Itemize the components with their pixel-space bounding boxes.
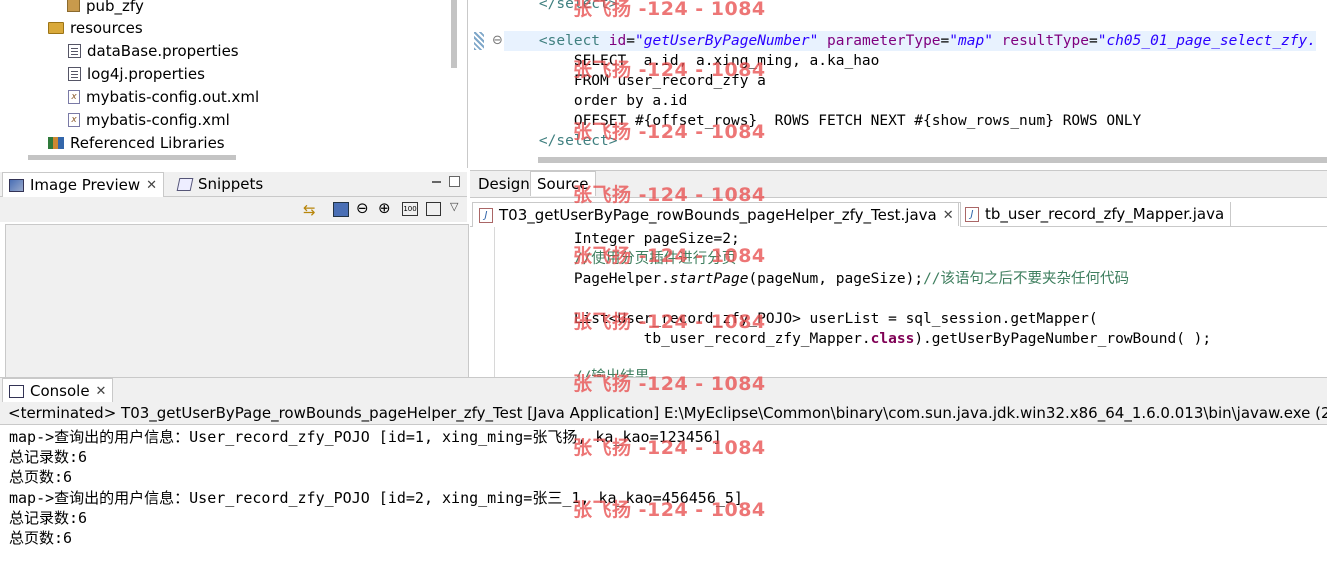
zoom-out-icon[interactable]: ⊖ xyxy=(356,199,369,217)
xml-editor[interactable]: ⊖ </select> <select id="getUserByPageNum… xyxy=(470,0,1327,170)
java-line-5: List<User_record_zfy_POJO> userList = sq… xyxy=(504,311,1098,327)
image-preview-icon xyxy=(9,178,24,192)
package-icon xyxy=(67,0,80,12)
actual-size-icon[interactable]: 100 xyxy=(402,202,418,216)
java-line-6: tb_user_record_zfy_Mapper.class).getUser… xyxy=(504,331,1212,347)
tab-test-java[interactable]: J T03_getUserByPage_rowBounds_pageHelper… xyxy=(472,202,961,227)
java-line-7: //输出结果 xyxy=(504,369,650,377)
scrollbar-thumb[interactable] xyxy=(28,155,236,160)
xml-line-5: order by a.id xyxy=(504,93,688,109)
tab-label: Snippets xyxy=(198,175,264,193)
tree-item-mybatis-config[interactable]: x mybatis-config.xml xyxy=(68,108,230,131)
xml-horizontal-scrollbar[interactable] xyxy=(510,154,1327,166)
tree-item-label: mybatis-config.xml xyxy=(86,110,230,129)
tab-design[interactable]: Design xyxy=(472,172,536,196)
tree-item-label: dataBase.properties xyxy=(87,41,239,60)
tree-item-label: mybatis-config.out.xml xyxy=(86,87,260,106)
properties-file-icon xyxy=(68,43,81,58)
xml-line-3: SELECT a.id, a.xing_ming, a.ka_hao xyxy=(504,53,880,69)
tab-mapper-java[interactable]: J tb_user_record_zfy_Mapper.java xyxy=(958,202,1232,226)
tree-horizontal-scrollbar[interactable] xyxy=(0,150,445,164)
zoom-in-icon[interactable]: ⊕ xyxy=(378,199,391,217)
maximize-icon[interactable] xyxy=(449,176,460,187)
editor-gutter xyxy=(470,0,488,170)
tree-item-database-properties[interactable]: dataBase.properties xyxy=(68,39,239,62)
java-file-icon: J xyxy=(965,206,979,222)
console-tabstrip: Console ✕ xyxy=(0,377,1327,403)
console-line-2: 总记录数:6 xyxy=(9,448,88,466)
console-line-5: 总记录数:6 xyxy=(9,509,88,527)
scrollbar-thumb[interactable] xyxy=(538,157,1327,163)
console-line-1: map->查询出的用户信息：User_record_zfy_POJO [id=1… xyxy=(9,428,722,446)
tree-item-resources[interactable]: resources xyxy=(48,16,143,39)
tab-image-preview[interactable]: Image Preview ✕ xyxy=(2,172,165,197)
tree-item-mybatis-config-out[interactable]: x mybatis-config.out.xml xyxy=(68,85,259,108)
console-output[interactable]: <terminated> T03_getUserByPage_rowBounds… xyxy=(0,402,1327,574)
tab-label: tb_user_record_zfy_Mapper.java xyxy=(985,205,1225,223)
xml-file-icon: x xyxy=(68,89,80,104)
tab-console[interactable]: Console ✕ xyxy=(2,378,114,403)
tree-item-label: log4j.properties xyxy=(87,64,205,83)
tree-item-log4j-properties[interactable]: log4j.properties xyxy=(68,62,205,85)
console-line-6: 总页数:6 xyxy=(9,529,73,547)
xml-editor-mode-tabs: Design Source xyxy=(470,170,1327,198)
java-file-icon: J xyxy=(479,207,493,223)
image-preview-toolbar: ⇆ ⊖ ⊕ 100 ▽ xyxy=(0,197,467,222)
java-line-2: //使用分页插件进行分页 xyxy=(504,251,737,267)
sync-icon[interactable]: ⇆ xyxy=(303,201,316,219)
change-marker xyxy=(474,32,484,50)
scrollbar-thumb[interactable] xyxy=(451,0,457,68)
fold-toggle-icon[interactable]: ⊖ xyxy=(492,33,503,48)
tab-label: Console xyxy=(30,382,90,400)
console-status-line: <terminated> T03_getUserByPage_rowBounds… xyxy=(8,404,1327,422)
source-folder-icon xyxy=(48,21,64,34)
console-header-bar: <terminated> T03_getUserByPage_rowBounds… xyxy=(0,402,1327,425)
xml-line-6: OFFSET #{offset_rows} ROWS FETCH NEXT #{… xyxy=(504,113,1142,129)
snippets-icon xyxy=(176,177,194,191)
fit-icon[interactable] xyxy=(426,202,441,216)
editor-ruler xyxy=(486,227,495,377)
java-editor-tabstrip: J T03_getUserByPage_rowBounds_pageHelper… xyxy=(470,202,1327,227)
console-icon xyxy=(9,384,24,398)
package-explorer-tree: pub_zfy resources dataBase.properties lo… xyxy=(0,0,468,168)
tab-label: T03_getUserByPage_rowBounds_pageHelper_z… xyxy=(499,206,937,224)
xml-file-icon: x xyxy=(68,112,80,127)
close-icon[interactable]: ✕ xyxy=(146,178,157,193)
library-icon xyxy=(48,136,64,149)
image-preview-tabstrip: Image Preview ✕ Snippets xyxy=(0,172,467,197)
xml-line-2: <select id="getUserByPageNumber" paramet… xyxy=(504,31,1316,51)
close-icon[interactable]: ✕ xyxy=(943,208,954,223)
tree-item-pub-zfy[interactable]: pub_zfy xyxy=(67,0,144,17)
xml-line-4: FROM user_record_zfy a xyxy=(504,73,766,89)
view-menu-icon[interactable]: ▽ xyxy=(450,200,458,213)
tree-vertical-scrollbar[interactable] xyxy=(445,0,465,150)
minimize-icon[interactable] xyxy=(432,181,441,183)
console-line-4: map->查询出的用户信息：User_record_zfy_POJO [id=2… xyxy=(9,489,743,507)
tree-item-label: Referenced Libraries xyxy=(70,133,225,152)
editor-gutter xyxy=(470,227,487,377)
tree-item-label: resources xyxy=(70,18,143,37)
tab-snippets[interactable]: Snippets xyxy=(172,172,269,196)
java-line-3: PageHelper.startPage(pageNum, pageSize);… xyxy=(504,271,1130,287)
java-line-1: Integer pageSize=2; xyxy=(504,231,740,247)
image-preview-canvas xyxy=(5,224,469,378)
console-line-3: 总页数:6 xyxy=(9,468,73,486)
tab-source[interactable]: Source xyxy=(530,171,596,196)
tree-item-label: pub_zfy xyxy=(86,0,144,15)
image-icon[interactable] xyxy=(333,202,349,217)
xml-line-7: </select> xyxy=(504,133,618,149)
tab-label: Image Preview xyxy=(30,176,141,194)
java-editor[interactable]: Integer pageSize=2; //使用分页插件进行分页 PageHel… xyxy=(470,227,1327,377)
close-icon[interactable]: ✕ xyxy=(96,384,107,399)
xml-line-1: </select> xyxy=(504,0,618,12)
properties-file-icon xyxy=(68,66,81,81)
